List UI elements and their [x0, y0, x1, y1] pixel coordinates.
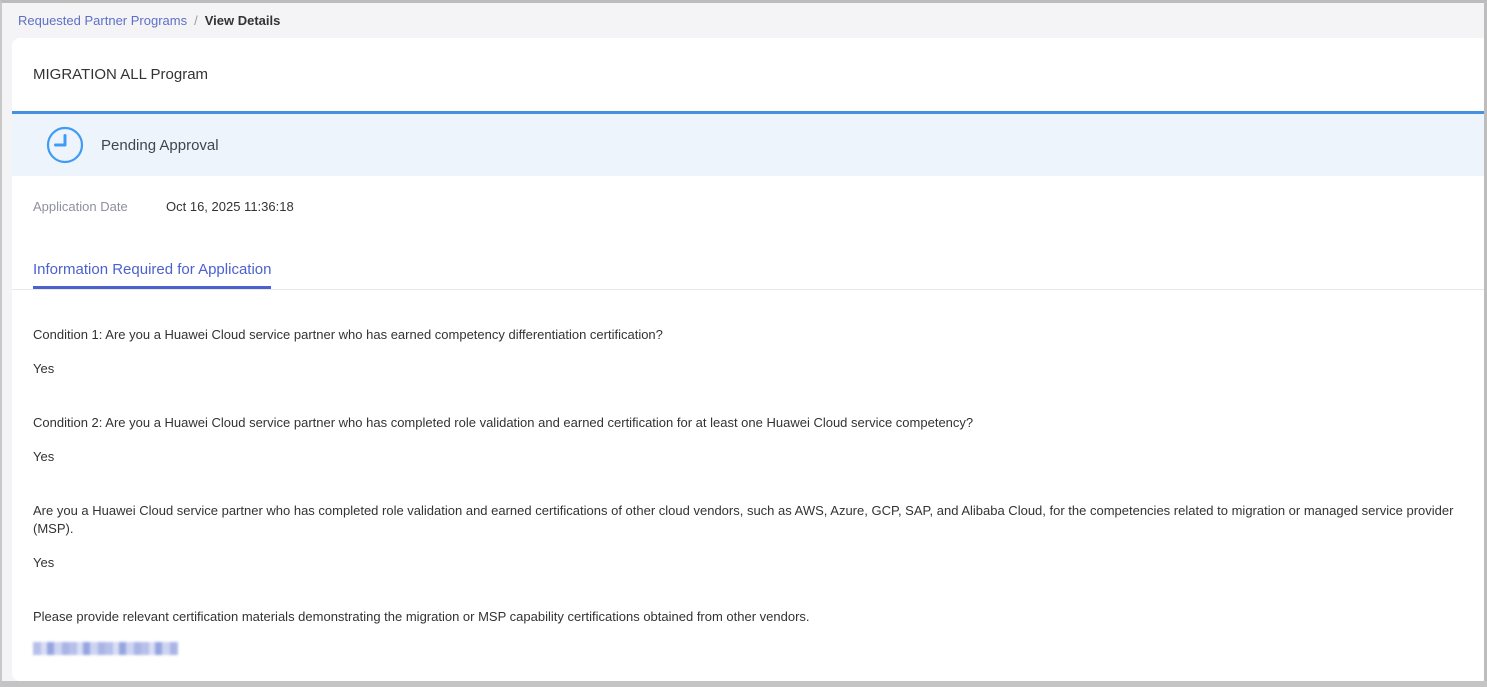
- tab-information-required-for-application[interactable]: Information Required for Application: [33, 260, 271, 289]
- breadcrumb-link-requested-partner-programs[interactable]: Requested Partner Programs: [18, 13, 187, 28]
- breadcrumb: Requested Partner Programs / View Detail…: [2, 3, 1484, 38]
- condition-2-question: Condition 2: Are you a Huawei Cloud serv…: [33, 414, 1484, 432]
- breadcrumb-separator: /: [194, 13, 198, 28]
- window-bottom-edge: [0, 681, 1487, 687]
- breadcrumb-current-view-details: View Details: [205, 13, 281, 28]
- condition-2-answer: Yes: [33, 448, 1484, 466]
- application-date-row: Application Date Oct 16, 2025 11:36:18: [33, 198, 1484, 216]
- other-vendor-certification-answer: Yes: [33, 554, 1484, 572]
- status-label: Pending Approval: [101, 137, 219, 154]
- app-window: Requested Partner Programs / View Detail…: [0, 0, 1487, 687]
- tab-bar: Information Required for Application: [12, 260, 1484, 290]
- redacted-attachment-link[interactable]: [33, 642, 178, 655]
- status-banner: Pending Approval: [12, 111, 1484, 176]
- other-vendor-certification-question: Are you a Huawei Cloud service partner w…: [33, 502, 1484, 538]
- application-date-value: Oct 16, 2025 11:36:18: [166, 198, 294, 216]
- details-card: MIGRATION ALL Program Pending Approval A…: [12, 38, 1484, 681]
- condition-1-question: Condition 1: Are you a Huawei Cloud serv…: [33, 326, 1484, 344]
- clock-icon: [46, 126, 84, 164]
- qa-list: Condition 1: Are you a Huawei Cloud serv…: [12, 326, 1484, 655]
- condition-1-answer: Yes: [33, 360, 1484, 378]
- application-date-label: Application Date: [33, 198, 166, 216]
- page-title: MIGRATION ALL Program: [33, 64, 1484, 86]
- certification-materials-prompt: Please provide relevant certification ma…: [33, 608, 1484, 626]
